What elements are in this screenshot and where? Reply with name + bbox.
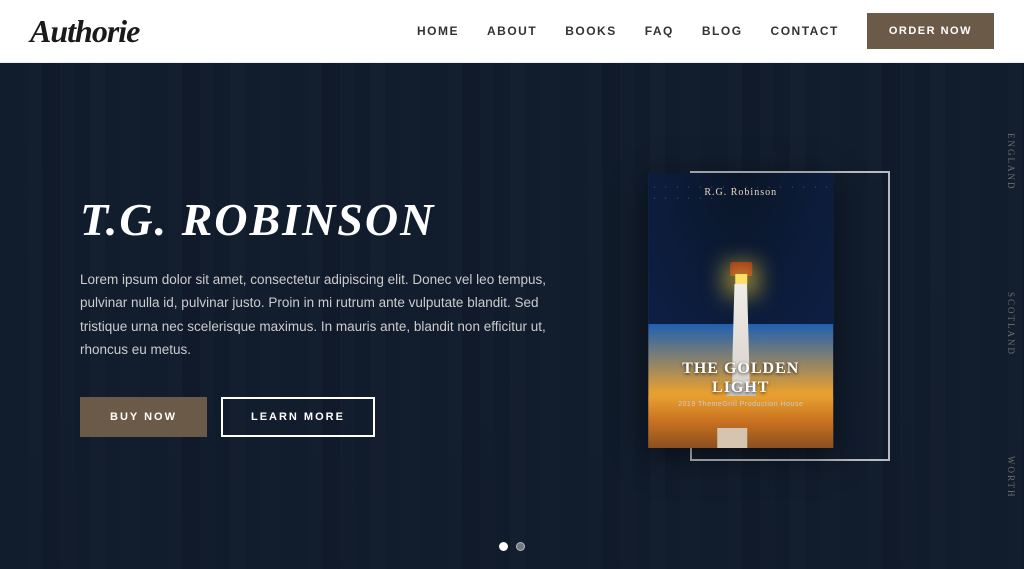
lighthouse-light xyxy=(735,274,747,284)
book-title-block: THE GOLDEN LIGHT 2019 ThemeGrill Product… xyxy=(648,359,833,408)
nav-contact[interactable]: CONTACT xyxy=(771,24,839,38)
learn-more-button[interactable]: LEARN MORE xyxy=(221,397,375,437)
hero-description: Lorem ipsum dolor sit amet, consectetur … xyxy=(80,268,560,363)
hero-text-block: T.G. ROBINSON Lorem ipsum dolor sit amet… xyxy=(80,195,560,437)
nav-home[interactable]: HOME xyxy=(417,24,459,38)
order-now-button[interactable]: ORDER NOW xyxy=(867,13,994,49)
nav-books[interactable]: BOOKS xyxy=(565,24,617,38)
book-author-label: R.G. Robinson xyxy=(648,187,833,198)
book-main-title: THE GOLDEN LIGHT xyxy=(656,359,825,397)
book-cover-inner: R.G. Robinson THE GOLDEN LIGHT 2019 Them… xyxy=(648,173,833,448)
book-subtitle: 2019 ThemeGrill Production House xyxy=(656,401,825,408)
lighthouse-building xyxy=(717,428,747,448)
nav-blog[interactable]: BLOG xyxy=(702,24,743,38)
carousel-dot-2[interactable] xyxy=(516,542,525,551)
hero-buttons: BUY NOW LEARN MORE xyxy=(80,397,560,437)
nav: HOME ABOUT BOOKS FAQ BLOG CONTACT ORDER … xyxy=(417,13,994,49)
carousel-dots xyxy=(499,542,525,551)
header: Authorie HOME ABOUT BOOKS FAQ BLOG CONTA… xyxy=(0,0,1024,63)
hero-content: T.G. ROBINSON Lorem ipsum dolor sit amet… xyxy=(0,63,1024,569)
nav-faq[interactable]: FAQ xyxy=(645,24,674,38)
logo[interactable]: Authorie xyxy=(30,13,139,50)
buy-now-button[interactable]: BUY NOW xyxy=(80,397,207,437)
hero-section: ENGLAND SCOTLAND WORTH T.G. ROBINSON Lor… xyxy=(0,63,1024,569)
nav-about[interactable]: ABOUT xyxy=(487,24,537,38)
carousel-dot-1[interactable] xyxy=(499,542,508,551)
hero-title: T.G. ROBINSON xyxy=(80,195,560,246)
hero-book-area: R.G. Robinson THE GOLDEN LIGHT 2019 Them… xyxy=(560,63,940,569)
book-cover: R.G. Robinson THE GOLDEN LIGHT 2019 Them… xyxy=(648,173,833,448)
